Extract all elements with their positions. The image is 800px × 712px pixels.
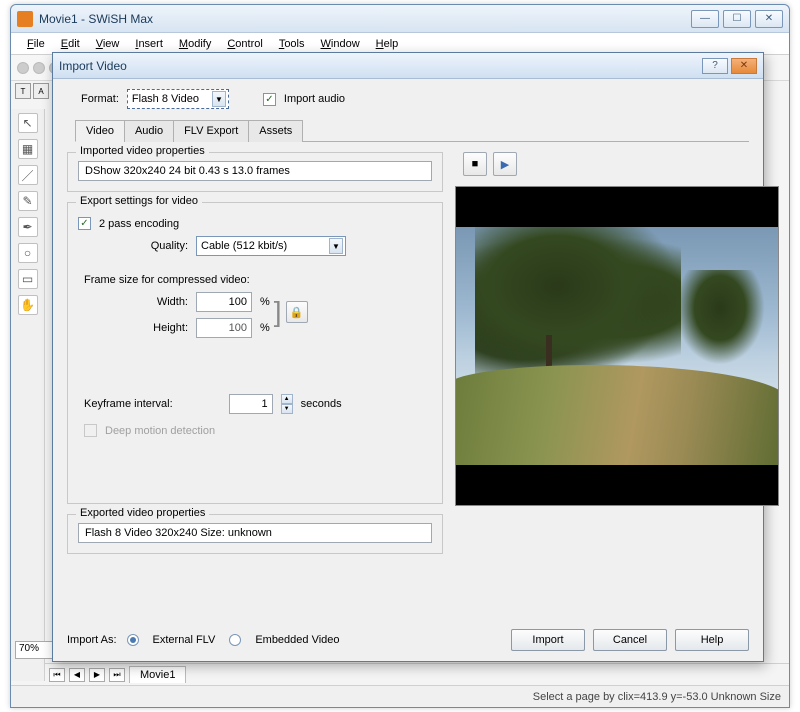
minimize-button[interactable]: — (691, 10, 719, 28)
lock-icon: 🔒 (290, 306, 304, 319)
last-icon[interactable]: ⏭ (109, 668, 125, 682)
close-button[interactable]: ✕ (755, 10, 783, 28)
pointer-tool-icon[interactable]: ↖ (18, 113, 38, 133)
external-flv-radio[interactable] (127, 634, 139, 646)
stop-button[interactable]: ■ (463, 152, 487, 176)
dialog-title: Import Video (59, 59, 127, 73)
app-icon (17, 11, 33, 27)
keyframe-input[interactable] (229, 394, 273, 414)
exported-properties-group: Exported video properties (67, 514, 443, 554)
bracket-icon: ] (274, 296, 282, 328)
two-pass-label: 2 pass encoding (99, 218, 179, 230)
preview-frame (456, 227, 778, 465)
side-tab[interactable]: T (15, 83, 31, 99)
side-tab[interactable]: A (33, 83, 49, 99)
menu-file[interactable]: File (19, 36, 53, 52)
external-flv-label: External FLV (153, 634, 216, 646)
imported-legend: Imported video properties (76, 145, 209, 157)
play-icon: ▶ (501, 158, 509, 171)
menu-edit[interactable]: Edit (53, 36, 88, 52)
import-audio-checkbox[interactable]: ✓ (263, 93, 276, 106)
help-button[interactable]: Help (675, 629, 749, 651)
first-icon[interactable]: ⏮ (49, 668, 65, 682)
pen-tool-icon[interactable]: ✒ (18, 217, 38, 237)
deep-motion-label: Deep motion detection (105, 425, 215, 437)
embedded-video-radio[interactable] (229, 634, 241, 646)
embedded-video-label: Embedded Video (255, 634, 339, 646)
quality-label: Quality: (78, 240, 188, 252)
help-titlebar-button[interactable]: ? (702, 58, 728, 74)
next-icon[interactable]: ▶ (89, 668, 105, 682)
hand-tool-icon[interactable]: ✋ (18, 295, 38, 315)
keyframe-label: Keyframe interval: (84, 398, 173, 410)
ellipse-tool-icon[interactable]: ○ (18, 243, 38, 263)
quality-value: Cable (512 kbit/s) (201, 240, 287, 252)
exported-legend: Exported video properties (76, 507, 209, 519)
app-title: Movie1 - SWiSH Max (39, 12, 153, 26)
format-label: Format: (81, 93, 119, 105)
video-preview (455, 186, 779, 506)
grid-tool-icon[interactable]: ▦ (18, 139, 38, 159)
exported-properties-field[interactable] (78, 523, 432, 543)
tool-palette: ↖ ▦ ／ ✎ ✒ ○ ▭ ✋ (11, 109, 45, 681)
percent-label: % (260, 296, 270, 308)
width-label: Width: (78, 296, 188, 308)
two-pass-checkbox[interactable]: ✓ (78, 217, 91, 230)
format-value: Flash 8 Video (132, 93, 199, 105)
chevron-down-icon: ▼ (329, 238, 343, 254)
rect-tool-icon[interactable]: ▭ (18, 269, 38, 289)
toolbar-icon[interactable] (17, 62, 29, 74)
menu-insert[interactable]: Insert (127, 36, 171, 52)
export-legend: Export settings for video (76, 195, 202, 207)
import-as-label: Import As: (67, 634, 117, 646)
prev-icon[interactable]: ◀ (69, 668, 85, 682)
status-text: Select a page by clix=413.9 y=-53.0 Unkn… (533, 691, 781, 703)
import-video-dialog: Import Video ? ✕ Format: Flash 8 Video ▼… (52, 52, 764, 662)
play-button[interactable]: ▶ (493, 152, 517, 176)
export-settings-group: Export settings for video ✓ 2 pass encod… (67, 202, 443, 504)
height-label: Height: (78, 322, 188, 334)
format-combo[interactable]: Flash 8 Video ▼ (127, 89, 229, 109)
tab-video[interactable]: Video (75, 120, 125, 142)
stop-icon: ■ (472, 158, 479, 170)
pencil-tool-icon[interactable]: ✎ (18, 191, 38, 211)
bottom-tabs: ⏮ ◀ ▶ ⏭ Movie1 (45, 663, 789, 685)
menu-tools[interactable]: Tools (271, 36, 313, 52)
width-input[interactable] (196, 292, 252, 312)
framesize-label: Frame size for compressed video: (84, 274, 432, 286)
main-titlebar: Movie1 - SWiSH Max — ☐ ✕ (11, 5, 789, 33)
close-dialog-button[interactable]: ✕ (731, 58, 757, 74)
tab-flv-export[interactable]: FLV Export (173, 120, 249, 142)
imported-properties-group: Imported video properties (67, 152, 443, 192)
menu-window[interactable]: Window (313, 36, 368, 52)
cancel-button[interactable]: Cancel (593, 629, 667, 651)
imported-properties-field[interactable] (78, 161, 432, 181)
percent-label: % (260, 322, 270, 334)
line-tool-icon[interactable]: ／ (18, 165, 38, 185)
tab-audio[interactable]: Audio (124, 120, 174, 142)
side-tabs: T A (11, 83, 49, 109)
menu-control[interactable]: Control (219, 36, 270, 52)
keyframe-spinner[interactable]: ▲▼ (281, 394, 293, 414)
toolbar-icon[interactable] (33, 62, 45, 74)
deep-motion-checkbox (84, 424, 97, 437)
document-tab[interactable]: Movie1 (129, 666, 186, 683)
tab-assets[interactable]: Assets (248, 120, 303, 142)
import-audio-label: Import audio (284, 93, 345, 105)
maximize-button[interactable]: ☐ (723, 10, 751, 28)
menu-help[interactable]: Help (368, 36, 407, 52)
height-input (196, 318, 252, 338)
dialog-footer: Import As: External FLV Embedded Video I… (67, 629, 749, 651)
menu-modify[interactable]: Modify (171, 36, 219, 52)
import-button[interactable]: Import (511, 629, 585, 651)
quality-combo[interactable]: Cable (512 kbit/s) ▼ (196, 236, 346, 256)
dialog-titlebar: Import Video ? ✕ (53, 53, 763, 79)
seconds-label: seconds (301, 398, 342, 410)
dialog-tabs: Video Audio FLV Export Assets (75, 119, 749, 142)
status-bar: Select a page by clix=413.9 y=-53.0 Unkn… (11, 685, 789, 707)
lock-aspect-button[interactable]: 🔒 (286, 301, 308, 323)
menu-view[interactable]: View (88, 36, 128, 52)
chevron-down-icon: ▼ (212, 91, 226, 107)
